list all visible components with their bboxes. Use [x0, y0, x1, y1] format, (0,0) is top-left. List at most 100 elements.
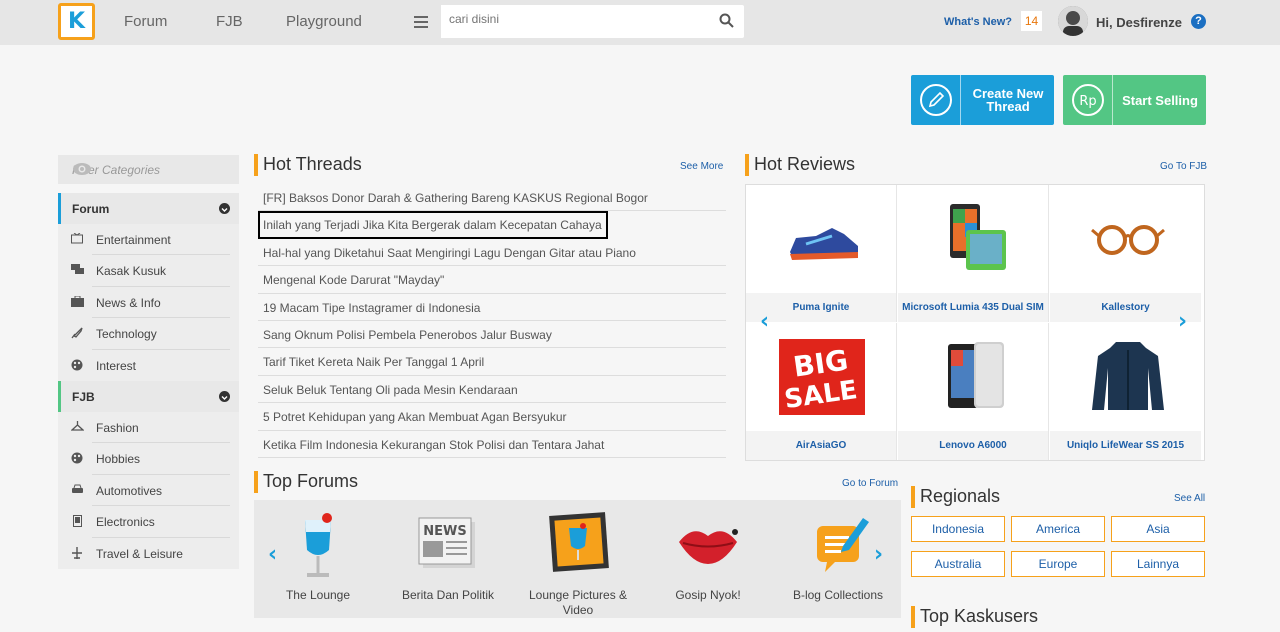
top-forums-header: Top Forums [254, 471, 358, 493]
user-greeting[interactable]: Hi, Desfirenze [1096, 15, 1182, 30]
thread-item[interactable]: Seluk Beluk Tentang Oli pada Mesin Kenda… [258, 376, 726, 404]
hanger-icon [69, 420, 85, 434]
review-card[interactable]: Lenovo A6000 [898, 323, 1049, 460]
go-to-forum-link[interactable]: Go to Forum [842, 478, 898, 489]
thread-item[interactable]: [FR] Baksos Donor Darah & Gathering Bare… [258, 184, 726, 212]
thread-item-selected[interactable]: Inilah yang Terjadi Jika Kita Bergerak d… [258, 211, 608, 239]
see-more-link[interactable]: See More [680, 161, 723, 172]
create-new-thread-button[interactable]: Create New Thread [911, 75, 1054, 125]
chevron-down-icon[interactable] [219, 203, 230, 214]
review-caption[interactable]: Microsoft Lumia 435 Dual SIM [898, 293, 1048, 322]
region-button-america[interactable]: America [1011, 516, 1105, 542]
sidebar-item-label: Electronics [96, 515, 155, 530]
thread-item[interactable]: Ketika Film Indonesia Kekurangan Stok Po… [258, 431, 726, 458]
eye-icon[interactable] [72, 162, 233, 179]
thread-title[interactable]: Ketika Film Indonesia Kekurangan Stok Po… [263, 438, 604, 452]
lips-icon [673, 510, 743, 580]
thread-title[interactable]: Tarif Tiket Kereta Naik Per Tanggal 1 Ap… [263, 355, 484, 369]
sidebar-item-technology[interactable]: Technology [58, 318, 239, 350]
pencil-icon [911, 75, 961, 125]
sidebar-item-travel-leisure[interactable]: Travel & Leisure [58, 537, 239, 569]
rocket-icon [70, 327, 84, 340]
region-button-indonesia[interactable]: Indonesia [911, 516, 1005, 542]
svg-text:Rp: Rp [1079, 94, 1096, 109]
thread-item[interactable]: Tarif Tiket Kereta Naik Per Tanggal 1 Ap… [258, 348, 726, 376]
section-title: Hot Reviews [754, 154, 856, 174]
nav-playground[interactable]: Playground [286, 13, 362, 30]
sidebar-item-interest[interactable]: Interest [58, 349, 239, 381]
sidebar-item-label: Automotives [96, 483, 163, 498]
thread-item[interactable]: Mengenal Kode Darurat "Mayday" [258, 266, 726, 294]
region-button-lainnya[interactable]: Lainnya [1111, 551, 1205, 577]
review-caption[interactable]: Uniqlo LifeWear SS 2015 [1050, 431, 1201, 460]
sidebar-item-automotives[interactable]: Automotives [58, 474, 239, 507]
forum-card[interactable]: Lounge Pictures & Video [523, 510, 633, 618]
start-selling-button[interactable]: Rp Start Selling [1063, 75, 1206, 125]
chevron-right-icon[interactable]: › [874, 542, 883, 567]
notification-count-badge[interactable]: 14 [1021, 11, 1042, 31]
forum-card[interactable]: The Lounge [263, 510, 373, 603]
sidebar-item-fashion[interactable]: Fashion [58, 411, 239, 444]
palette-icon [70, 359, 84, 372]
chevron-left-icon[interactable]: ‹ [760, 309, 769, 334]
top-kaskusers-header: Top Kaskusers [911, 606, 1038, 628]
see-all-link[interactable]: See All [1174, 493, 1205, 504]
go-to-fjb-link[interactable]: Go To FJB [1160, 161, 1207, 172]
whats-new-link[interactable]: What's New? [944, 16, 1012, 28]
thread-title[interactable]: 19 Macam Tipe Instagramer di Indonesia [263, 301, 480, 315]
logo-glyph: K [67, 8, 86, 34]
forum-label: Berita Dan Politik [401, 588, 495, 602]
phone-icon [70, 515, 84, 528]
search-icon[interactable] [719, 13, 734, 31]
search-input[interactable] [449, 12, 709, 26]
sidebar-item-label: Kasak Kusuk [96, 264, 167, 279]
review-card[interactable]: Puma Ignite [746, 185, 897, 322]
thread-item[interactable]: 19 Macam Tipe Instagramer di Indonesia [258, 294, 726, 321]
region-button-europe[interactable]: Europe [1011, 551, 1105, 577]
nav-fjb[interactable]: FJB [216, 13, 243, 30]
thread-item[interactable]: 5 Potret Kehidupan yang Akan Membuat Aga… [258, 403, 726, 431]
thread-title[interactable]: Hal-hal yang Diketahui Saat Mengiringi L… [263, 246, 636, 260]
category-fjb-header[interactable]: FJB [58, 380, 239, 412]
help-icon[interactable]: ? [1191, 14, 1206, 29]
thread-title[interactable]: 5 Potret Kehidupan yang Akan Membuat Aga… [263, 410, 567, 424]
category-fjb-label: FJB [72, 389, 95, 404]
thread-title[interactable]: [FR] Baksos Donor Darah & Gathering Bare… [263, 191, 648, 205]
thread-title[interactable]: Mengenal Kode Darurat "Mayday" [263, 273, 444, 287]
menu-icon[interactable] [401, 5, 441, 38]
thread-title[interactable]: Inilah yang Terjadi Jika Kita Bergerak d… [263, 218, 602, 232]
sidebar-item-electronics[interactable]: Electronics [58, 506, 239, 538]
chevron-right-icon[interactable]: › [1178, 309, 1187, 334]
review-caption[interactable]: AirAsiaGO [746, 431, 896, 460]
sidebar-item-label: News & Info [96, 295, 161, 310]
cocktail-glass-icon [283, 510, 353, 580]
sidebar-item-entertainment[interactable]: Entertainment [58, 224, 239, 256]
region-button-asia[interactable]: Asia [1111, 516, 1205, 542]
sidebar-item-hobbies[interactable]: Hobbies [58, 443, 239, 475]
thread-item[interactable]: Sang Oknum Polisi Pembela Penerobos Jalu… [258, 321, 726, 349]
chevron-down-icon[interactable] [219, 390, 230, 402]
review-card[interactable]: BIG SALE AirAsiaGO [746, 323, 897, 460]
filter-categories-field[interactable]: Filter Categories [58, 155, 239, 184]
review-card[interactable]: Microsoft Lumia 435 Dual SIM [898, 185, 1049, 322]
chat-icon [70, 264, 84, 277]
forum-card[interactable]: Gosip Nyok! [653, 510, 763, 603]
category-forum-header[interactable]: Forum [58, 193, 239, 224]
region-button-australia[interactable]: Australia [911, 551, 1005, 577]
thread-item[interactable]: Hal-hal yang Diketahui Saat Mengiringi L… [258, 239, 726, 267]
kaskus-logo[interactable]: K [58, 3, 95, 40]
avatar[interactable] [1058, 6, 1088, 36]
nav-forum[interactable]: Forum [124, 13, 167, 30]
thread-title[interactable]: Sang Oknum Polisi Pembela Penerobos Jalu… [263, 328, 552, 342]
hot-threads-header: Hot Threads [254, 154, 362, 176]
review-caption[interactable]: Lenovo A6000 [898, 431, 1048, 460]
review-card[interactable]: Uniqlo LifeWear SS 2015 [1050, 323, 1201, 460]
sidebar-item-news-info[interactable]: News & Info [58, 286, 239, 319]
review-card[interactable]: Kallestory [1050, 185, 1201, 322]
forum-card[interactable]: NEWS Berita Dan Politik [393, 510, 503, 603]
picture-frame-icon [543, 510, 613, 580]
category-sidebar: Filter Categories Forum Entertainment Ka… [58, 155, 239, 569]
airplane-icon [70, 546, 84, 560]
thread-title[interactable]: Seluk Beluk Tentang Oli pada Mesin Kenda… [263, 383, 518, 397]
sidebar-item-kasak-kusuk[interactable]: Kasak Kusuk [58, 255, 239, 287]
